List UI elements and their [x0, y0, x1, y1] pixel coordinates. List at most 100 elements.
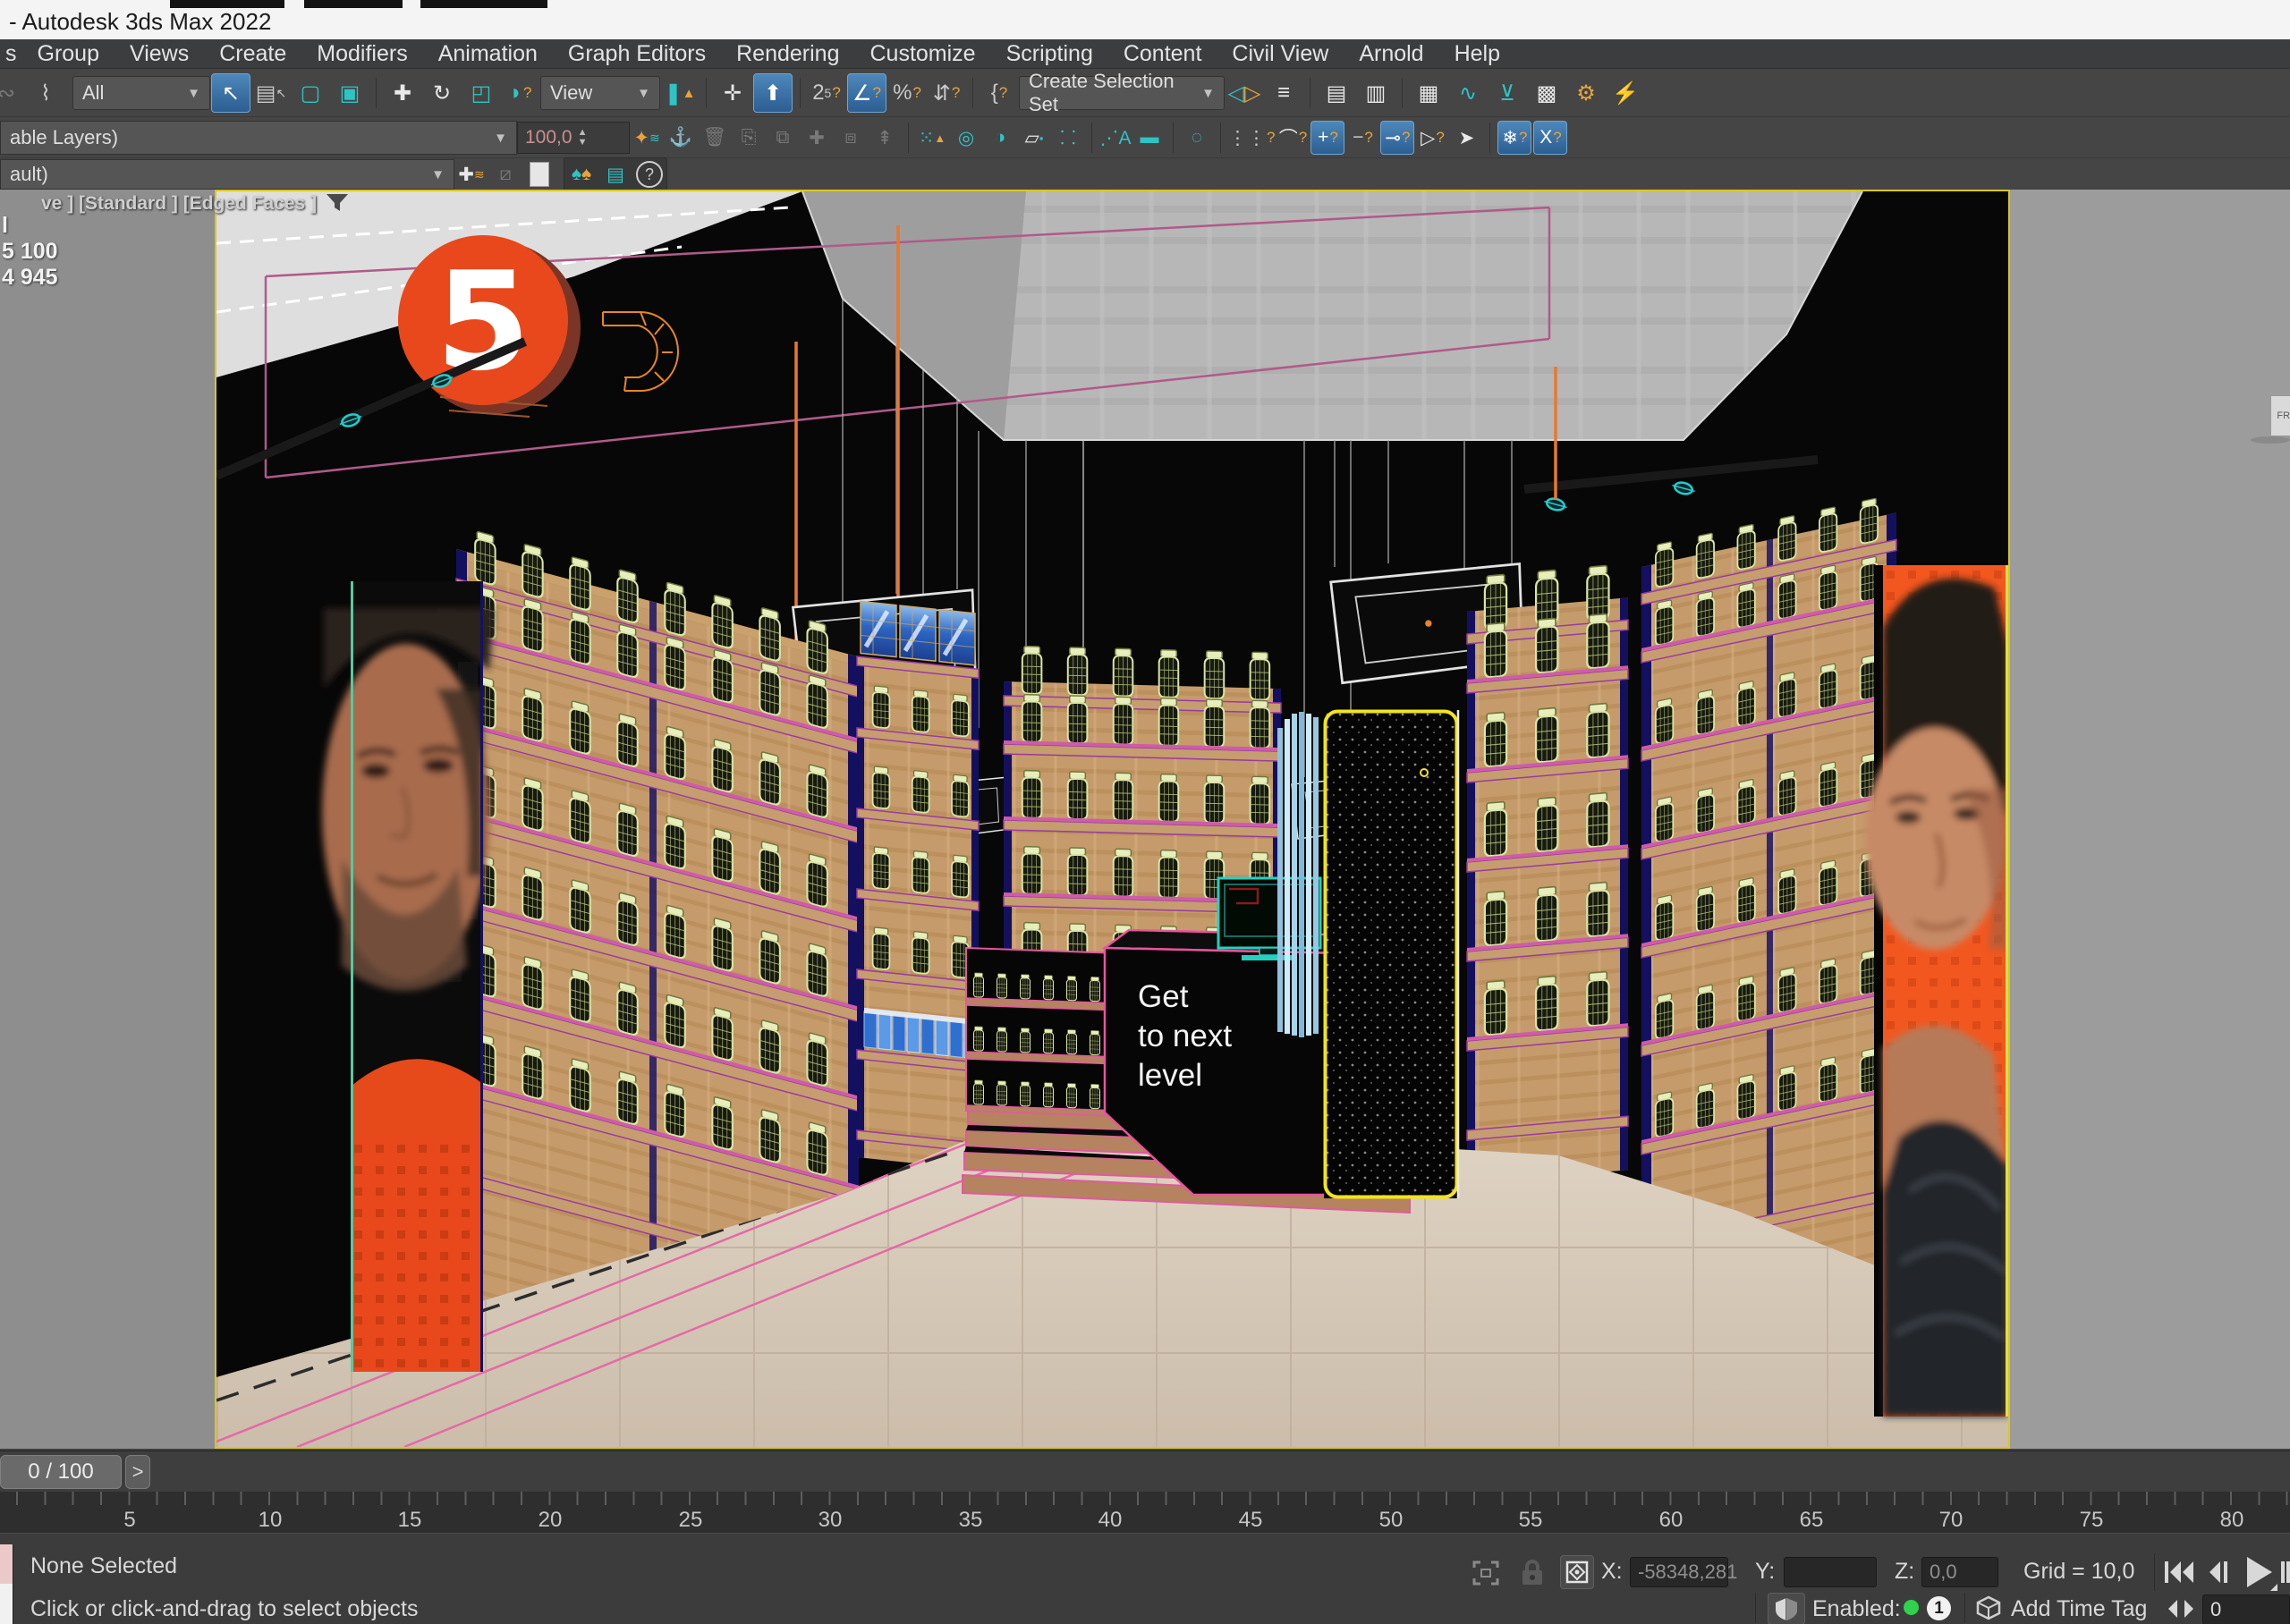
track-bar[interactable]: 5 10 15 20 25 30 35 40 45 50 55 60 65 70… [0, 1492, 2290, 1534]
use-pivot-point-button[interactable]: ❚▲ [661, 74, 699, 112]
menu-item-help[interactable]: Help [1439, 39, 1515, 68]
layer-properties-icon[interactable]: ⇞ [869, 122, 901, 154]
previous-frame-button[interactable] [2202, 1557, 2233, 1587]
layer-weight-spinner[interactable]: 100,0 ▲▼ [517, 122, 630, 154]
window-crossing-toggle-button[interactable]: ▣ [331, 74, 369, 112]
material-editor-button[interactable]: ▩ [1528, 74, 1565, 112]
angle-snap-toggle-button[interactable]: ∠? [847, 73, 886, 113]
document-notes-icon[interactable]: ▤ [599, 158, 632, 190]
query-cursor-icon[interactable]: ▷? [1416, 122, 1448, 154]
anim-layers-dropdown[interactable]: able Layers)▼ [0, 121, 517, 155]
time-tag-cube-icon[interactable] [1975, 1594, 2002, 1621]
next-key-button[interactable]: > [125, 1455, 150, 1489]
select-and-place-button[interactable]: ◗? [502, 74, 539, 112]
link-help-button[interactable]: ⊸? [1380, 121, 1414, 155]
unlink-selection-icon[interactable]: ⌇ [27, 74, 64, 112]
copy-layer-icon[interactable]: ⎘ [733, 122, 765, 154]
play-animation-button[interactable] [2238, 1553, 2277, 1591]
x-coordinate-field[interactable]: -58348,281 [1630, 1557, 1728, 1587]
freeze-help-button[interactable]: ❄? [1497, 121, 1531, 155]
selection-region-icon[interactable] [1471, 1559, 1501, 1587]
y-coordinate-field[interactable] [1784, 1557, 1877, 1587]
go-to-start-button[interactable] [2161, 1557, 2197, 1587]
menu-item-animation[interactable]: Animation [423, 39, 553, 68]
schematic-view-button[interactable]: ⊻ [1488, 74, 1526, 112]
viewcube[interactable]: FRON [2270, 395, 2290, 436]
toggle-ribbon-button[interactable]: ▦ [1410, 74, 1447, 112]
viewport-label-text[interactable]: ve ] [Standard ] [Edged Faces ] [41, 193, 317, 215]
eraser-icon[interactable]: ▱▪ [1018, 122, 1050, 154]
toggle-layer-explorer-button[interactable]: ▥ [1357, 74, 1395, 112]
filter-funnel-icon[interactable] [326, 193, 349, 215]
select-and-link-icon[interactable]: ∾ [0, 74, 25, 112]
current-frame-field[interactable]: 0 [2202, 1594, 2290, 1624]
menu-item-civil-view[interactable]: Civil View [1217, 39, 1344, 68]
select-layer-objects-icon[interactable]: ⚓ [665, 122, 697, 154]
edit-named-selection-sets-button[interactable]: {? [980, 74, 1018, 112]
pick-cursor-icon[interactable]: ➤ [1450, 122, 1482, 154]
menu-item-group[interactable]: Group [22, 39, 114, 68]
collapse-layer-icon[interactable]: ⧈ [835, 122, 867, 154]
reference-coordinate-dropdown[interactable]: View▼ [540, 76, 660, 110]
keyboard-shortcut-override-button[interactable]: ⬆ [753, 73, 793, 113]
grid-align-icon[interactable]: ⸬ [1052, 122, 1084, 154]
absolute-mode-transform-button[interactable] [1560, 1555, 1594, 1589]
menu-item-content[interactable]: Content [1108, 39, 1217, 68]
add-layer-icon[interactable]: ✚ [801, 122, 833, 154]
measure-icon[interactable]: ▬ [1133, 122, 1166, 154]
populate-trees-icon[interactable]: ♠♠ [565, 158, 598, 190]
delete-layer-icon[interactable]: 🗑 [699, 122, 731, 154]
menu-item-views[interactable]: Views [114, 39, 204, 68]
select-and-manipulate-button[interactable]: ✛ [714, 74, 751, 112]
select-and-rotate-button[interactable]: ↻ [423, 74, 461, 112]
mirror-button[interactable]: ◁▷ [1226, 74, 1263, 112]
dotted-rows-icon[interactable]: ⋮⋮? [1228, 122, 1275, 154]
lasso-help-icon[interactable]: ⌒? [1276, 122, 1309, 154]
align-button[interactable]: ≡ [1265, 74, 1302, 112]
menu-item-arnold[interactable]: Arnold [1344, 39, 1438, 68]
remove-help-button[interactable]: −? [1346, 122, 1378, 154]
layer-stack-icon[interactable]: ⧄ [489, 158, 522, 190]
viewport-label[interactable]: ve ] [Standard ] [Edged Faces ] [41, 193, 349, 215]
select-and-move-button[interactable]: ✚ [384, 74, 421, 112]
color-swatch[interactable] [523, 158, 556, 190]
menu-item-customize[interactable]: Customize [854, 39, 990, 68]
select-object-button[interactable]: ↖ [211, 73, 250, 113]
menu-item-tools-cut[interactable]: s [0, 39, 22, 68]
add-time-tag[interactable]: Add Time Tag [2011, 1596, 2147, 1622]
current-layer-dropdown[interactable]: ault)▼ [0, 159, 454, 190]
perspective-viewport[interactable]: 5 [215, 190, 2010, 1449]
rectangular-selection-region-button[interactable]: ▢ [292, 74, 329, 112]
select-and-scale-button[interactable]: ◰ [462, 74, 500, 112]
menu-item-graph-editors[interactable]: Graph Editors [553, 39, 721, 68]
frame-spinner-arrows[interactable] [2165, 1598, 2197, 1620]
curve-editor-button[interactable]: ∿ [1449, 74, 1487, 112]
paint-icon[interactable]: ◑ [984, 122, 1016, 154]
selection-lock-count[interactable]: 1 [1927, 1596, 1951, 1620]
maxscript-mini-listener-white[interactable] [0, 1584, 13, 1624]
dotted-circle-icon[interactable]: ◌ [1181, 122, 1213, 154]
next-frame-button-clipped[interactable] [2281, 1557, 2290, 1587]
add-help-button[interactable]: +? [1310, 121, 1344, 155]
menu-item-scripting[interactable]: Scripting [991, 39, 1108, 68]
snaps-toggle-button[interactable]: 25? [808, 74, 845, 112]
right-viewport-area[interactable] [2010, 190, 2290, 1449]
menu-item-rendering[interactable]: Rendering [721, 39, 854, 68]
enable-anim-layers-button[interactable]: ✦≋ [631, 122, 663, 154]
selection-filter-dropdown[interactable]: All▼ [72, 76, 210, 110]
create-layer-button[interactable]: ✚≋ [455, 158, 488, 190]
shield-isolate-icon[interactable] [1768, 1593, 1805, 1624]
menu-item-modifiers[interactable]: Modifiers [301, 39, 422, 68]
xray-help-button[interactable]: X? [1533, 121, 1567, 155]
spinner-arrows-icon[interactable]: ▲▼ [578, 128, 588, 148]
render-production-button[interactable]: ⚡ [1607, 74, 1644, 112]
selection-lock-icon[interactable] [1520, 1557, 1545, 1587]
grid-abc-icon[interactable]: ⋰A [1099, 122, 1132, 154]
z-coordinate-field[interactable]: 0,0 [1921, 1557, 1998, 1587]
select-by-name-button[interactable]: ▤↖ [252, 74, 290, 112]
percent-snap-toggle-button[interactable]: %? [888, 74, 926, 112]
time-slider-handle[interactable]: 0 / 100 [0, 1455, 122, 1489]
menu-item-create[interactable]: Create [204, 39, 301, 68]
toggle-scene-explorer-button[interactable]: ▤ [1318, 74, 1355, 112]
maxscript-mini-listener-pink[interactable] [0, 1544, 13, 1584]
